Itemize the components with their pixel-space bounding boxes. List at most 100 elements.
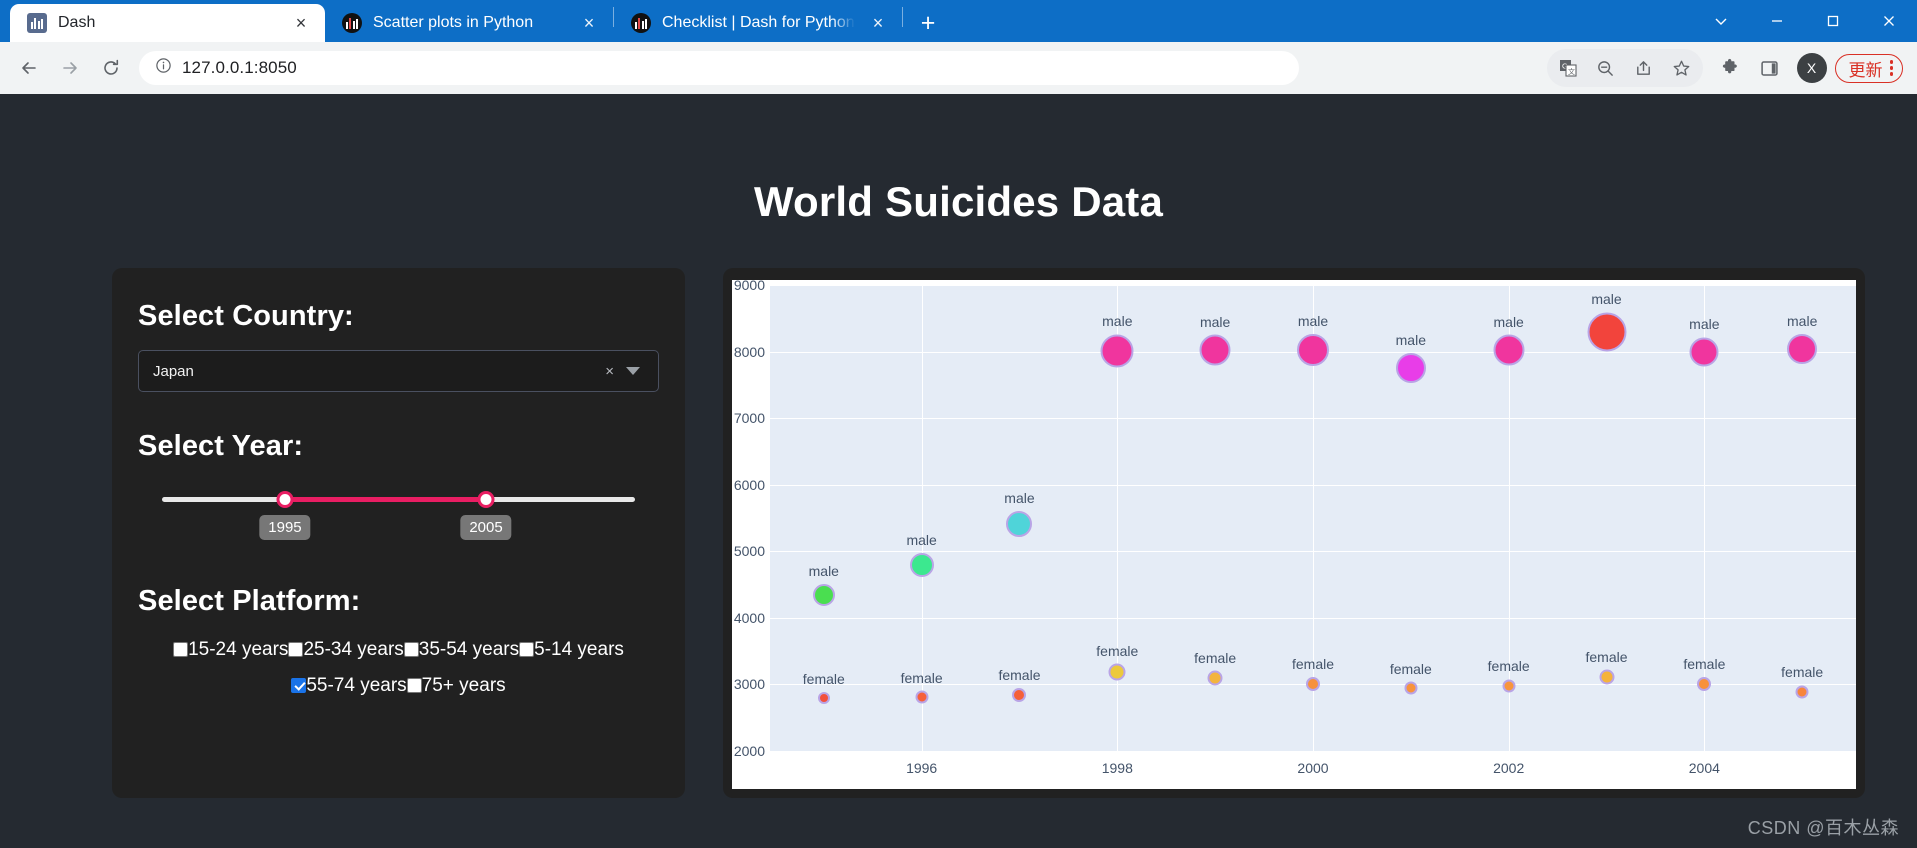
checkbox-item-25-34-years[interactable]: 25-34 years (288, 639, 404, 660)
data-point-label: female (1291, 655, 1335, 672)
checkbox-icon[interactable] (173, 642, 189, 657)
data-point-female[interactable] (1502, 679, 1516, 693)
data-point-label: female (900, 669, 943, 686)
chevron-down-icon[interactable] (1693, 0, 1749, 42)
clear-selection-icon[interactable]: × (593, 363, 626, 380)
scatter-plot[interactable]: 2000 3000 4000 5000 6000 7000 8000 9000 1996 1998… (732, 277, 1856, 789)
close-icon[interactable]: × (866, 11, 890, 35)
forward-arrow-icon[interactable] (51, 49, 89, 87)
x-axis-tick-label: 2004 (1688, 760, 1720, 776)
data-point-male[interactable] (1006, 510, 1033, 537)
checkbox-item-75-plus-years[interactable]: 75+ years (406, 675, 506, 696)
checkbox-item-35-54-years[interactable]: 35-54 years (403, 639, 520, 660)
data-point-label: male (906, 532, 937, 549)
data-point-male[interactable] (1395, 353, 1426, 384)
kebab-menu-icon[interactable] (1889, 60, 1893, 76)
data-point-label: female (1487, 658, 1530, 675)
platform-checklist: 15-24 years 25-34 years 35-54 years 5-14 ye… (138, 632, 659, 704)
checkbox-item-5-14-years[interactable]: 5-14 years (519, 639, 624, 660)
checkbox-item-15-24-years[interactable]: 15-24 years (173, 639, 288, 660)
data-point-female[interactable] (817, 691, 830, 704)
data-point-female[interactable] (1108, 663, 1126, 681)
page-title: World Suicides Data (753, 178, 1164, 225)
extensions-puzzle-icon[interactable] (1711, 49, 1749, 87)
x-axis-tick-label: 1998 (1101, 760, 1133, 776)
data-point-female[interactable] (915, 690, 929, 704)
close-icon[interactable]: × (577, 11, 601, 35)
update-button[interactable]: 更新 (1834, 53, 1903, 83)
minimize-icon[interactable] (1749, 0, 1805, 42)
data-point-label: male (1102, 313, 1133, 330)
plot-area[interactable]: 2000 3000 4000 5000 6000 7000 8000 9000 1996 1998… (734, 277, 1856, 776)
data-point-female[interactable] (1207, 670, 1223, 686)
data-point-male[interactable] (1689, 337, 1719, 367)
data-point-label: female (802, 670, 845, 687)
checkbox-icon[interactable] (519, 642, 535, 657)
data-point-female[interactable] (1012, 688, 1027, 703)
platform-label: Select Platform: (138, 585, 361, 617)
tab-strip: Dash × Scatter plots in Python × Checkli… (0, 0, 1917, 42)
slider-handle-min[interactable] (276, 491, 294, 508)
slider-handle-max[interactable] (477, 491, 495, 508)
data-point-male[interactable] (1100, 334, 1134, 368)
controls-panel: Select Country: Japan × Select Year: 199… (112, 268, 685, 798)
maximize-icon[interactable] (1805, 0, 1861, 42)
checkbox-icon[interactable] (406, 678, 422, 693)
dash-app-page: World Suicides Data Select Country: Japa… (0, 94, 1917, 848)
data-point-male[interactable] (1493, 334, 1525, 366)
data-point-female[interactable] (1697, 677, 1712, 692)
data-point-label: female (1194, 649, 1237, 666)
data-point-label: male (1591, 291, 1622, 308)
y-axis-tick-label: 9000 (733, 277, 765, 293)
data-point-label: male (1395, 332, 1427, 349)
data-point-female[interactable] (1306, 676, 1320, 691)
data-point-male[interactable] (812, 583, 835, 606)
avatar[interactable]: X (1796, 53, 1827, 83)
browser-tab-2[interactable]: Scatter plots in Python × (325, 4, 613, 42)
data-point-male[interactable] (909, 553, 934, 578)
data-point-male[interactable] (1297, 334, 1329, 367)
data-point-male[interactable] (1587, 312, 1626, 352)
info-circle-icon[interactable] (155, 57, 172, 79)
update-label: 更新 (1848, 60, 1883, 80)
reload-icon[interactable] (92, 49, 130, 87)
close-icon[interactable]: × (289, 11, 313, 35)
y-axis-tick-label: 4000 (733, 609, 765, 626)
slider-value-min: 1995 (259, 515, 311, 540)
checkbox-label: 75+ years (421, 675, 506, 696)
y-axis-tick-label: 8000 (733, 343, 765, 360)
checkbox-icon[interactable] (403, 642, 419, 657)
side-panel-icon[interactable] (1751, 49, 1789, 87)
zoom-out-icon[interactable] (1587, 49, 1625, 87)
address-bar[interactable]: 127.0.0.1:8050 (139, 51, 1299, 85)
data-point-female[interactable] (1795, 685, 1809, 699)
bookmark-star-icon[interactable] (1663, 49, 1701, 87)
translate-icon[interactable]: G文 (1549, 49, 1587, 87)
country-dropdown[interactable]: Japan × (138, 350, 659, 392)
x-axis-tick-label: 1996 (906, 760, 938, 776)
data-point-label: male (1493, 313, 1524, 330)
data-point-label: female (1683, 656, 1726, 673)
data-point-female[interactable] (1404, 681, 1418, 695)
browser-tab-3[interactable]: Checklist | Dash for Python Docu × (614, 4, 902, 42)
checkbox-icon[interactable] (291, 678, 307, 693)
data-point-female[interactable] (1599, 669, 1614, 685)
year-range-slider[interactable]: 1995 2005 (162, 489, 635, 553)
checkbox-label: 35-54 years (418, 639, 520, 660)
chevron-down-icon[interactable] (626, 367, 640, 375)
data-point-male[interactable] (1787, 333, 1818, 364)
back-arrow-icon[interactable] (10, 49, 48, 87)
checkbox-icon[interactable] (288, 642, 304, 657)
data-point-male[interactable] (1199, 334, 1231, 366)
y-axis-tick-label: 3000 (733, 676, 765, 693)
browser-tab-1[interactable]: Dash × (10, 4, 325, 42)
dash-logo-icon (342, 13, 362, 33)
new-tab-button[interactable]: + (911, 6, 945, 40)
data-point-label: male (1787, 312, 1818, 329)
app-content: Select Country: Japan × Select Year: 199… (0, 226, 1917, 798)
share-icon[interactable] (1625, 49, 1663, 87)
x-axis-tick-label: 2002 (1493, 760, 1525, 776)
close-icon[interactable] (1861, 0, 1917, 42)
checkbox-item-55-74-years[interactable]: 55-74 years (291, 675, 407, 696)
window-controls (1693, 0, 1917, 42)
